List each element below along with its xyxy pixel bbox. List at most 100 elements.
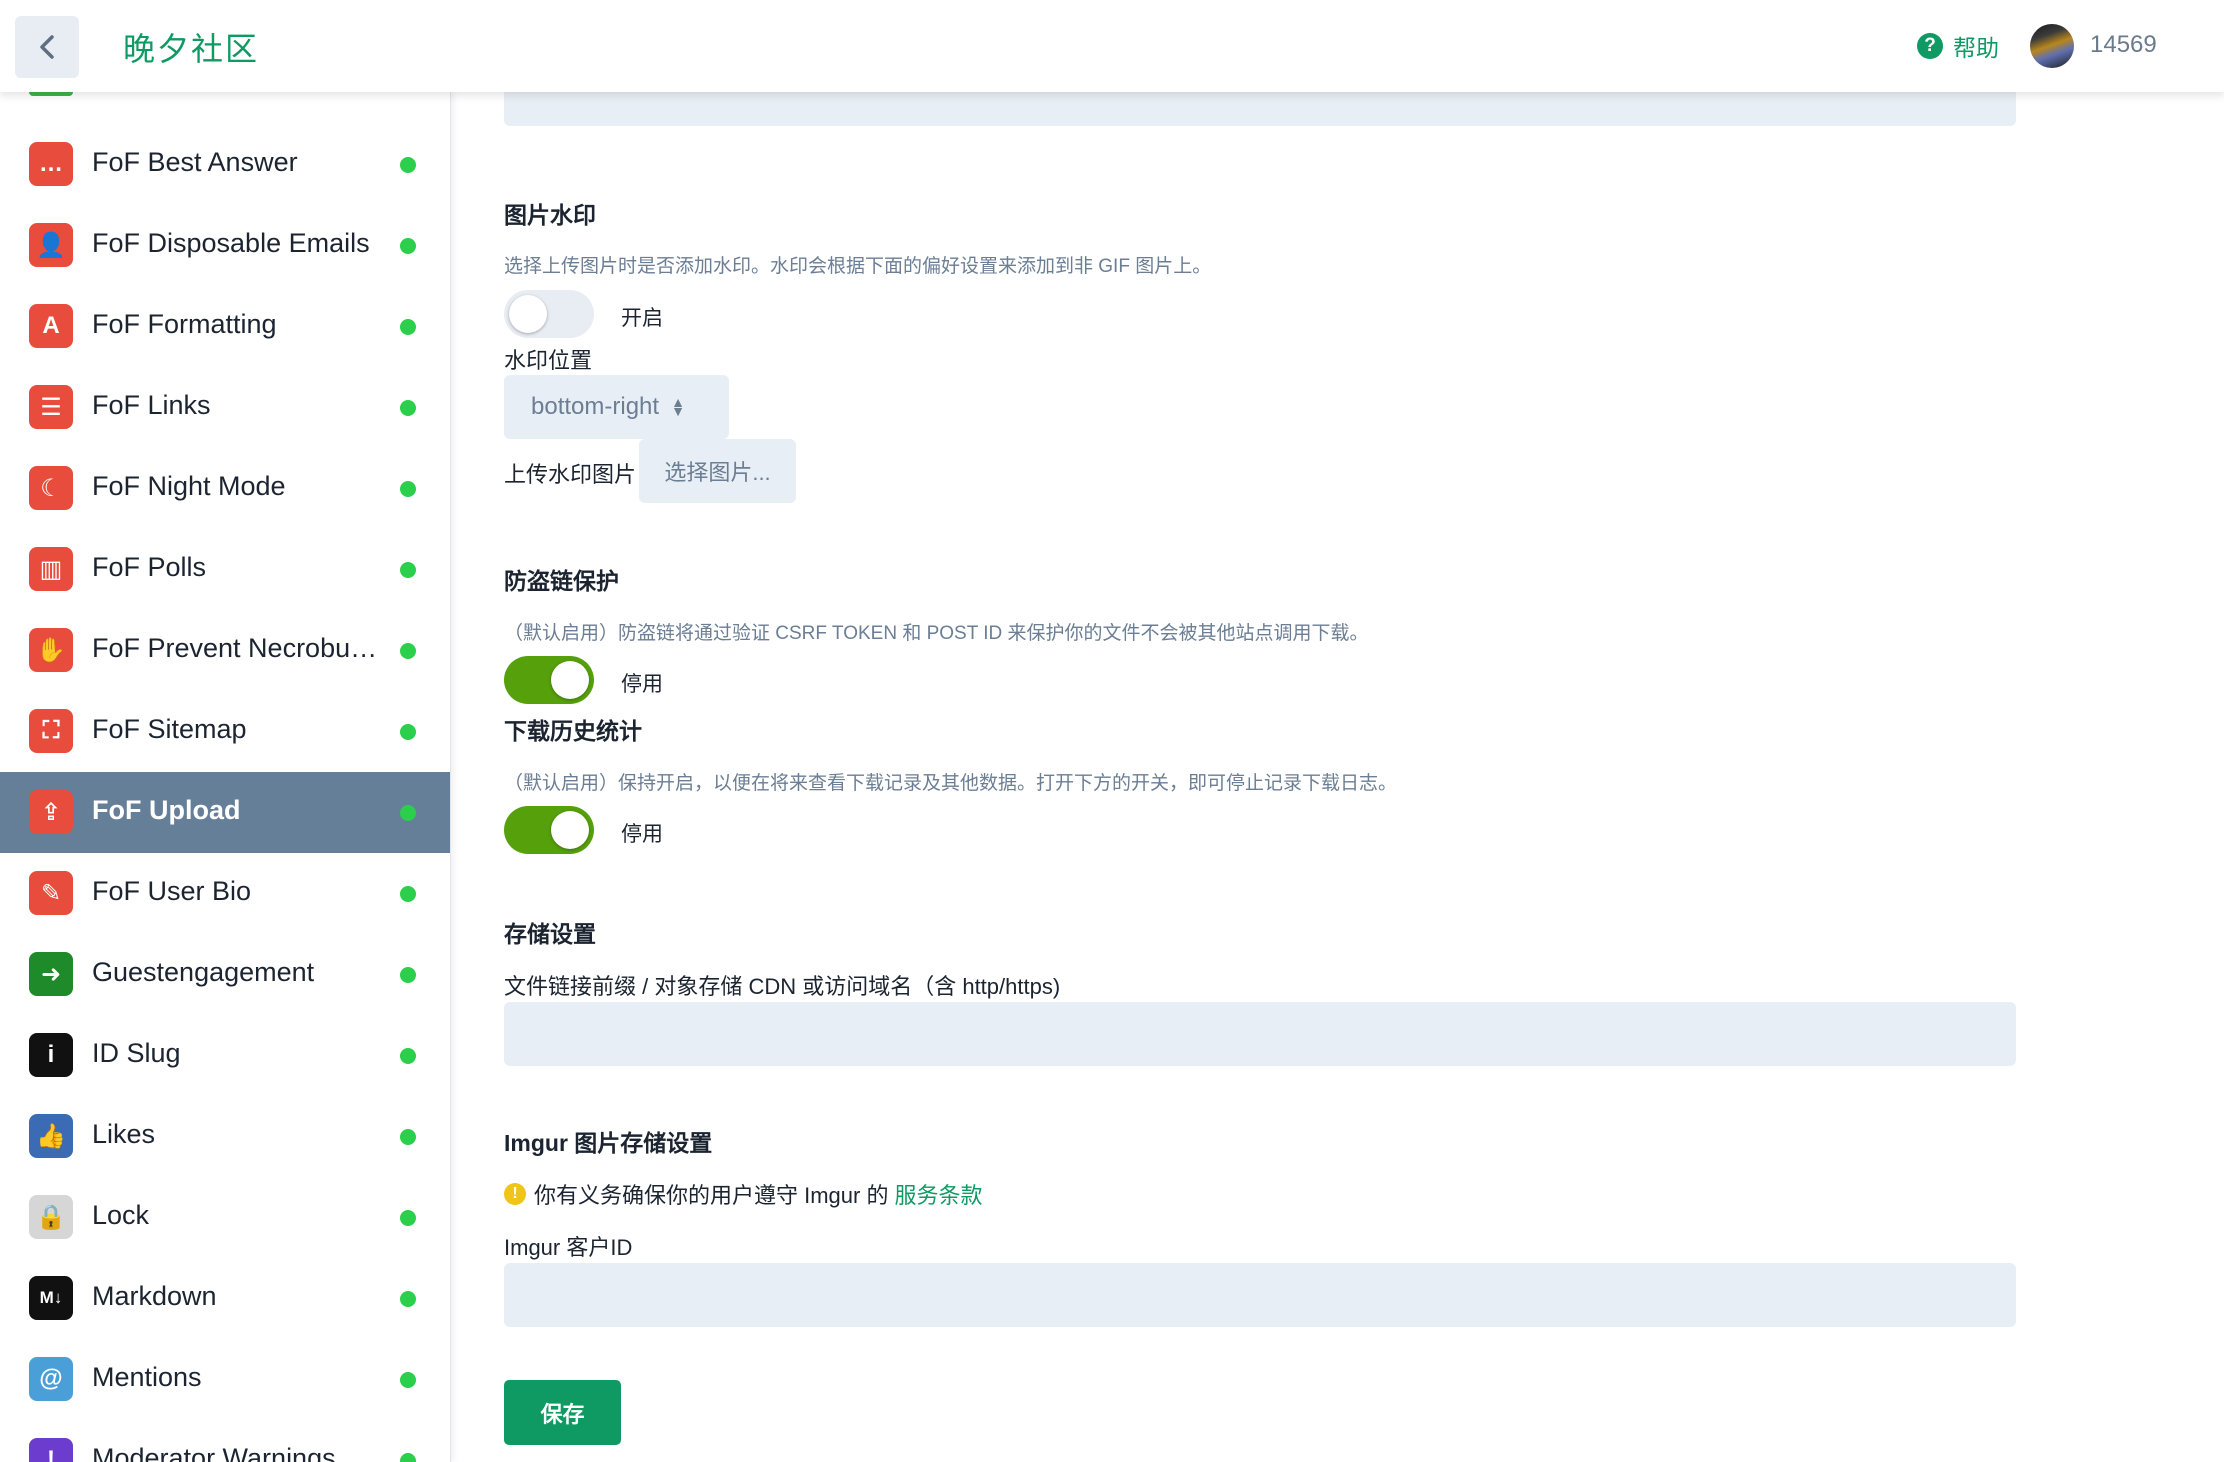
status-dot — [400, 400, 416, 416]
imgur-client-id-input[interactable] — [504, 1263, 2016, 1327]
status-dot — [400, 886, 416, 902]
sidebar-item-label: Mentions — [92, 1362, 202, 1392]
sidebar-item[interactable]: ✎ FoF User Bio — [0, 853, 450, 934]
thumbs-up-icon: 👍 — [29, 1114, 73, 1158]
status-dot — [400, 481, 416, 497]
pencil-icon: ✎ — [29, 871, 73, 915]
back-button[interactable] — [15, 16, 79, 78]
sidebar-item[interactable]: @ Mentions — [0, 1339, 450, 1420]
sidebar-item-label: FoF Night Mode — [92, 471, 286, 501]
sidebar-item-label: FoF Disposable Emails — [92, 228, 370, 258]
hotlink-title: 防盗链保护 — [504, 568, 619, 594]
sidebar-item[interactable]: ☾ FoF Night Mode — [0, 448, 450, 529]
sidebar-item[interactable]: 👤 FoF Disposable Emails — [0, 205, 450, 286]
user-times-icon: 👤 — [29, 223, 73, 267]
sidebar-item-label: FoF Links — [92, 390, 211, 420]
sidebar-item-label: Markdown — [92, 1281, 217, 1311]
question-circle-icon: ? — [1917, 33, 1943, 59]
info-icon: i — [29, 1033, 73, 1077]
toggle-knob — [551, 661, 589, 699]
sidebar-item[interactable]: ⛶ FoF Sitemap — [0, 691, 450, 772]
hotlink-toggle[interactable] — [504, 656, 594, 704]
extension-list: … FoF Best Answer 👤 FoF Disposable Emails A F… — [0, 124, 450, 1462]
download-stats-toggle-label: 停用 — [621, 823, 663, 846]
watermark-upload-label: 上传水印图片 — [504, 462, 637, 487]
imgur-notice: ! 你有义务确保你的用户遵守 Imgur 的 服务条款 — [504, 1178, 982, 1210]
sidebar-item-label: FoF Upload — [92, 795, 241, 825]
imgur-notice-text: 你有义务确保你的用户遵守 Imgur 的 — [534, 1183, 889, 1208]
settings-panel: 图片水印 选择上传图片时是否添加水印。水印会根据下面的偏好设置来添加到非 GIF… — [451, 82, 2224, 1462]
status-dot — [400, 724, 416, 740]
sidebar-item-label: FoF User Bio — [92, 876, 252, 906]
imgur-client-id-label: Imgur 客户ID — [504, 1235, 633, 1260]
exclamation-icon: ! — [29, 1438, 73, 1462]
site-title[interactable]: 晚夕社区 — [123, 24, 259, 70]
sidebar-item-label: Guestengagement — [92, 957, 315, 987]
status-dot — [400, 643, 416, 659]
sidebar-item[interactable]: A FoF Formatting — [0, 286, 450, 367]
help-label: 帮助 — [1953, 35, 1999, 61]
sort-arrows-icon: ▲ ▼ — [671, 394, 685, 419]
watermark-toggle-label: 开启 — [621, 307, 663, 330]
moon-icon: ☾ — [29, 466, 73, 510]
sidebar-item[interactable]: ▥ FoF Polls — [0, 529, 450, 610]
status-dot — [400, 562, 416, 578]
letter-a-icon: A — [29, 304, 73, 348]
bars-icon: ☰ — [29, 385, 73, 429]
watermark-position-value: bottom-right — [531, 393, 660, 420]
top-header: 晚夕社区 ? 帮助 14569 — [0, 0, 2224, 92]
sidebar-item[interactable]: ☰ FoF Links — [0, 367, 450, 448]
at-icon: @ — [29, 1357, 73, 1401]
cdn-input[interactable] — [504, 1002, 2016, 1066]
terms-of-service-link[interactable]: 服务条款 — [894, 1178, 982, 1210]
username[interactable]: 14569 — [2090, 31, 2157, 59]
sidebar-item-label: Likes — [92, 1119, 156, 1149]
storage-title: 存储设置 — [504, 921, 596, 947]
status-dot — [400, 1372, 416, 1388]
imgur-title: Imgur 图片存储设置 — [504, 1130, 713, 1156]
sidebar-item[interactable]: 👍 Likes — [0, 1096, 450, 1177]
sidebar-item[interactable]: ➜ Guestengagement — [0, 934, 450, 1015]
watermark-help: 选择上传图片时是否添加水印。水印会根据下面的偏好设置来添加到非 GIF 图片上。 — [504, 256, 1212, 277]
status-dot — [400, 157, 416, 173]
sidebar-item-label: Moderator Warnings — [92, 1443, 336, 1462]
save-button[interactable]: 保存 — [504, 1380, 621, 1445]
status-dot — [400, 1210, 416, 1226]
status-dot — [400, 1291, 416, 1307]
watermark-position-select[interactable]: bottom-right ▲ ▼ — [504, 375, 729, 439]
sidebar-item[interactable]: … FoF Best Answer — [0, 124, 450, 205]
previous-item-stub — [29, 92, 73, 96]
status-dot — [400, 805, 416, 821]
sidebar-item-label: Lock — [92, 1200, 150, 1230]
status-dot — [400, 319, 416, 335]
choose-image-button[interactable]: 选择图片... — [639, 439, 796, 503]
sidebar-item[interactable]: ! Moderator Warnings — [0, 1420, 450, 1462]
extension-sidebar: … FoF Best Answer 👤 FoF Disposable Emails A F… — [0, 92, 451, 1462]
status-dot — [400, 1129, 416, 1145]
download-stats-help: （默认启用）保持开启，以便在将来查看下载记录及其他数据。打开下方的开关，即可停止… — [504, 773, 1398, 794]
status-dot — [400, 1453, 416, 1462]
chevron-left-icon — [40, 35, 54, 59]
sidebar-item[interactable]: 🔒 Lock — [0, 1177, 450, 1258]
watermark-toggle[interactable] — [504, 290, 594, 338]
sidebar-item-label: FoF Prevent Necrobumping — [92, 633, 397, 663]
sign-in-icon: ➜ — [29, 952, 73, 996]
download-stats-toggle[interactable] — [504, 806, 594, 854]
status-dot — [400, 967, 416, 983]
hand-icon: ✋ — [29, 628, 73, 672]
sidebar-item[interactable]: ⇪ FoF Upload — [0, 772, 450, 853]
watermark-title: 图片水印 — [504, 202, 596, 228]
sidebar-item[interactable]: i ID Slug — [0, 1015, 450, 1096]
sidebar-item[interactable]: ✋ FoF Prevent Necrobumping — [0, 610, 450, 691]
markdown-icon: M↓ — [29, 1276, 73, 1320]
watermark-position-label: 水印位置 — [504, 348, 593, 373]
user-avatar[interactable] — [2030, 24, 2074, 68]
sidebar-item[interactable]: M↓ Markdown — [0, 1258, 450, 1339]
hotlink-help: （默认启用）防盗链将通过验证 CSRF TOKEN 和 POST ID 来保护你… — [504, 623, 1369, 644]
sidebar-item-label: ID Slug — [92, 1038, 181, 1068]
help-link[interactable]: ? 帮助 — [1917, 29, 1999, 63]
status-dot — [400, 238, 416, 254]
warning-icon: ! — [504, 1183, 526, 1205]
lock-icon: 🔒 — [29, 1195, 73, 1239]
sitemap-icon: ⛶ — [29, 709, 73, 753]
